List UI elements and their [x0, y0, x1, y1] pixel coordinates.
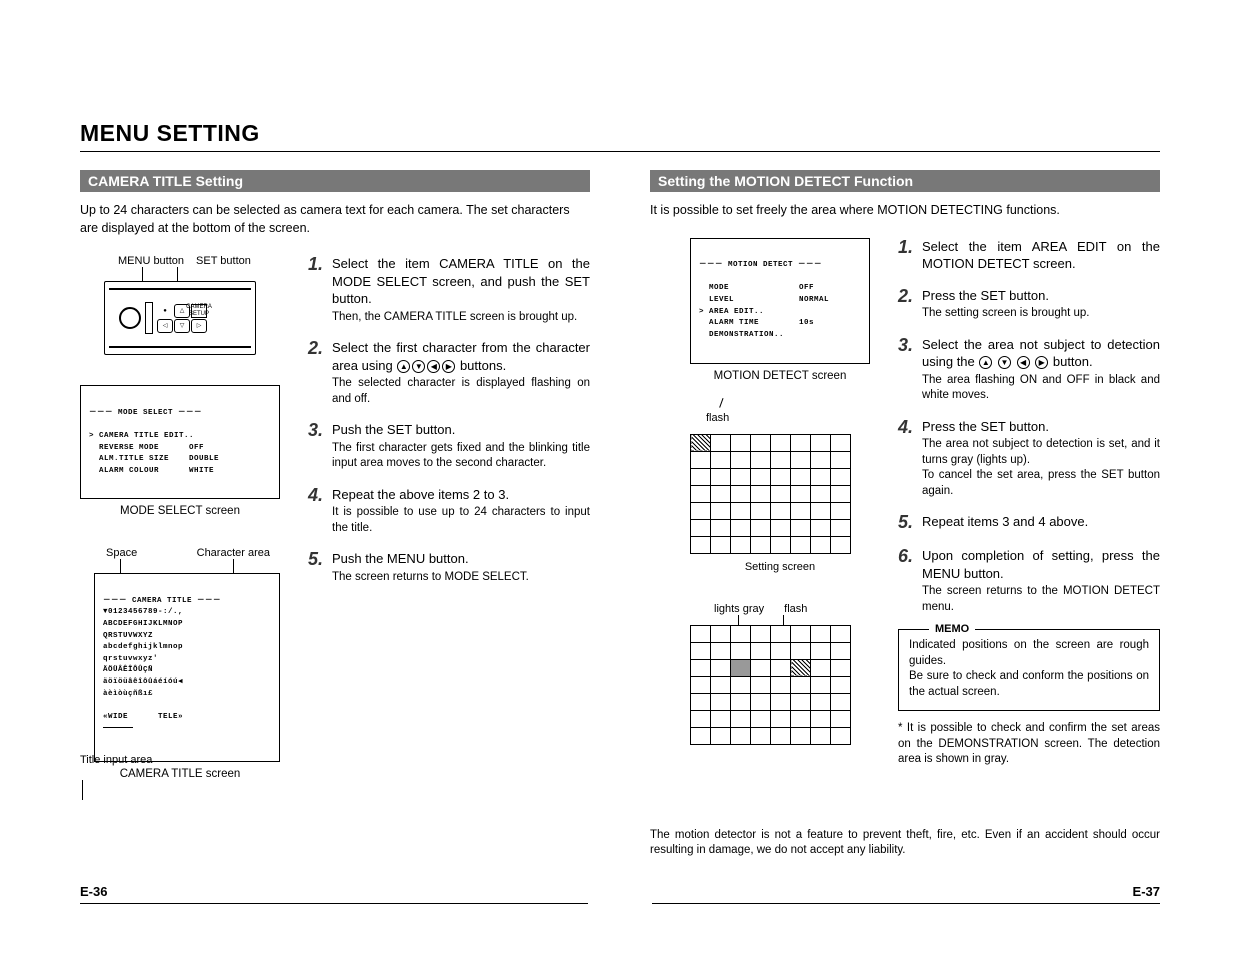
- left-button: ◁: [157, 319, 173, 333]
- page-number-left: E-36: [80, 884, 588, 899]
- step-lead: Press the SET button.: [922, 287, 1090, 305]
- step-lead: Press the SET button.: [922, 418, 1160, 436]
- down-button: ▽: [174, 319, 190, 333]
- page-title: MENU SETTING: [80, 120, 1160, 152]
- up-icon: ▲: [979, 356, 992, 369]
- setting-grid-caption: Setting screen: [690, 561, 870, 573]
- annot-flash-2: flash: [784, 603, 807, 615]
- right-column: Setting the MOTION DETECT Function It is…: [650, 170, 1160, 859]
- device-diagram: MENU button SET button ●: [80, 255, 280, 355]
- camera-setup-label: CAMERASETUP: [191, 304, 207, 318]
- step-number: 5.: [898, 513, 922, 533]
- step-number: 6.: [898, 547, 922, 615]
- annot-space: Space: [106, 547, 137, 559]
- step-number: 3.: [898, 336, 922, 404]
- setting-grid-diagram: flash: [690, 412, 870, 573]
- step-number: 3.: [308, 421, 332, 472]
- mode-select-caption: MODE SELECT screen: [80, 505, 280, 517]
- step-lead: Repeat items 3 and 4 above.: [922, 513, 1088, 531]
- step-lead: Upon completion of setting, press the ME…: [922, 547, 1160, 582]
- annot-lights-gray: lights gray: [714, 603, 764, 615]
- step-number: 1.: [898, 238, 922, 273]
- memo-box: MEMO Indicated positions on the screen a…: [898, 629, 1160, 711]
- step-lead: Repeat the above items 2 to 3.: [332, 486, 590, 504]
- step-detail: The first character gets fixed and the b…: [332, 441, 590, 472]
- down-icon: ▼: [412, 360, 425, 373]
- step-lead: Push the SET button.: [332, 421, 590, 439]
- annot-chararea: Character area: [197, 547, 270, 559]
- step-lead: Select the item AREA EDIT on the MOTION …: [922, 238, 1160, 273]
- disclaimer: The motion detector is not a feature to …: [650, 828, 1160, 859]
- left-column: CAMERA TITLE Setting Up to 24 characters…: [80, 170, 590, 859]
- mode-select-diagram: －－－ MODE SELECT －－－ > CAMERA TITLE EDIT.…: [80, 385, 280, 517]
- motion-detect-caption: MOTION DETECT screen: [690, 370, 870, 382]
- step-lead: Push the MENU button.: [332, 550, 529, 568]
- step-detail: The area not subject to detection is set…: [922, 437, 1160, 499]
- down-icon: ▼: [998, 356, 1011, 369]
- step-detail: The screen returns to the MOTION DETECT …: [922, 584, 1160, 615]
- result-grid-diagram: lights gray flash: [690, 603, 870, 748]
- camera-title-caption: CAMERA TITLE screen: [80, 768, 280, 780]
- step-detail: The setting screen is brought up.: [922, 306, 1090, 322]
- lens-icon: [119, 307, 141, 329]
- footnote: * It is possible to check and confirm th…: [898, 721, 1160, 768]
- step-detail: It is possible to use up to 24 character…: [332, 505, 590, 536]
- left-icon: ◀: [1017, 356, 1030, 369]
- camera-title-diagram: Space Character area －－－ CAMERA TITLE －－…: [80, 547, 280, 766]
- left-intro: Up to 24 characters can be selected as c…: [80, 202, 590, 237]
- annot-set-button: SET button: [196, 255, 251, 267]
- step-detail: The selected character is displayed flas…: [332, 376, 590, 407]
- section-heading-right: Setting the MOTION DETECT Function: [650, 170, 1160, 192]
- section-heading-left: CAMERA TITLE Setting: [80, 170, 590, 192]
- device-body: ● △ CAMERASETUP ◁ ▽ ▷: [104, 281, 256, 355]
- memo-body: Indicated positions on the screen are ro…: [909, 639, 1149, 698]
- left-icon: ◀: [427, 360, 440, 373]
- left-steps: 1. Select the item CAMERA TITLE on the M…: [308, 255, 590, 772]
- step-number: 4.: [898, 418, 922, 500]
- motion-detect-diagram: －－－ MOTION DETECT －－－ MODE OFF LEVEL NOR…: [690, 238, 870, 382]
- step-lead: Select the item CAMERA TITLE on the MODE…: [332, 255, 590, 308]
- step-detail: The screen returns to MODE SELECT.: [332, 570, 529, 586]
- step-lead: Select the area not subject to detection…: [922, 336, 1160, 371]
- right-intro: It is possible to set freely the area wh…: [650, 202, 1160, 220]
- right-icon: ▶: [1035, 356, 1048, 369]
- step-number: 4.: [308, 486, 332, 537]
- step-detail: Then, the CAMERA TITLE screen is brought…: [332, 310, 590, 326]
- annot-title-input: Title input area: [80, 754, 280, 766]
- step-lead: Select the first character from the char…: [332, 339, 590, 374]
- step-number: 2.: [308, 339, 332, 407]
- right-button: ▷: [191, 319, 207, 333]
- up-icon: ▲: [397, 360, 410, 373]
- memo-title: MEMO: [929, 622, 975, 637]
- annot-menu-button: MENU button: [118, 255, 184, 267]
- step-detail: The area flashing ON and OFF in black an…: [922, 373, 1160, 404]
- step-number: 1.: [308, 255, 332, 325]
- right-steps: 1. Select the item AREA EDIT on the MOTI…: [898, 238, 1160, 778]
- step-number: 2.: [898, 287, 922, 322]
- right-icon: ▶: [442, 360, 455, 373]
- step-number: 5.: [308, 550, 332, 585]
- page-number-right: E-37: [652, 884, 1160, 899]
